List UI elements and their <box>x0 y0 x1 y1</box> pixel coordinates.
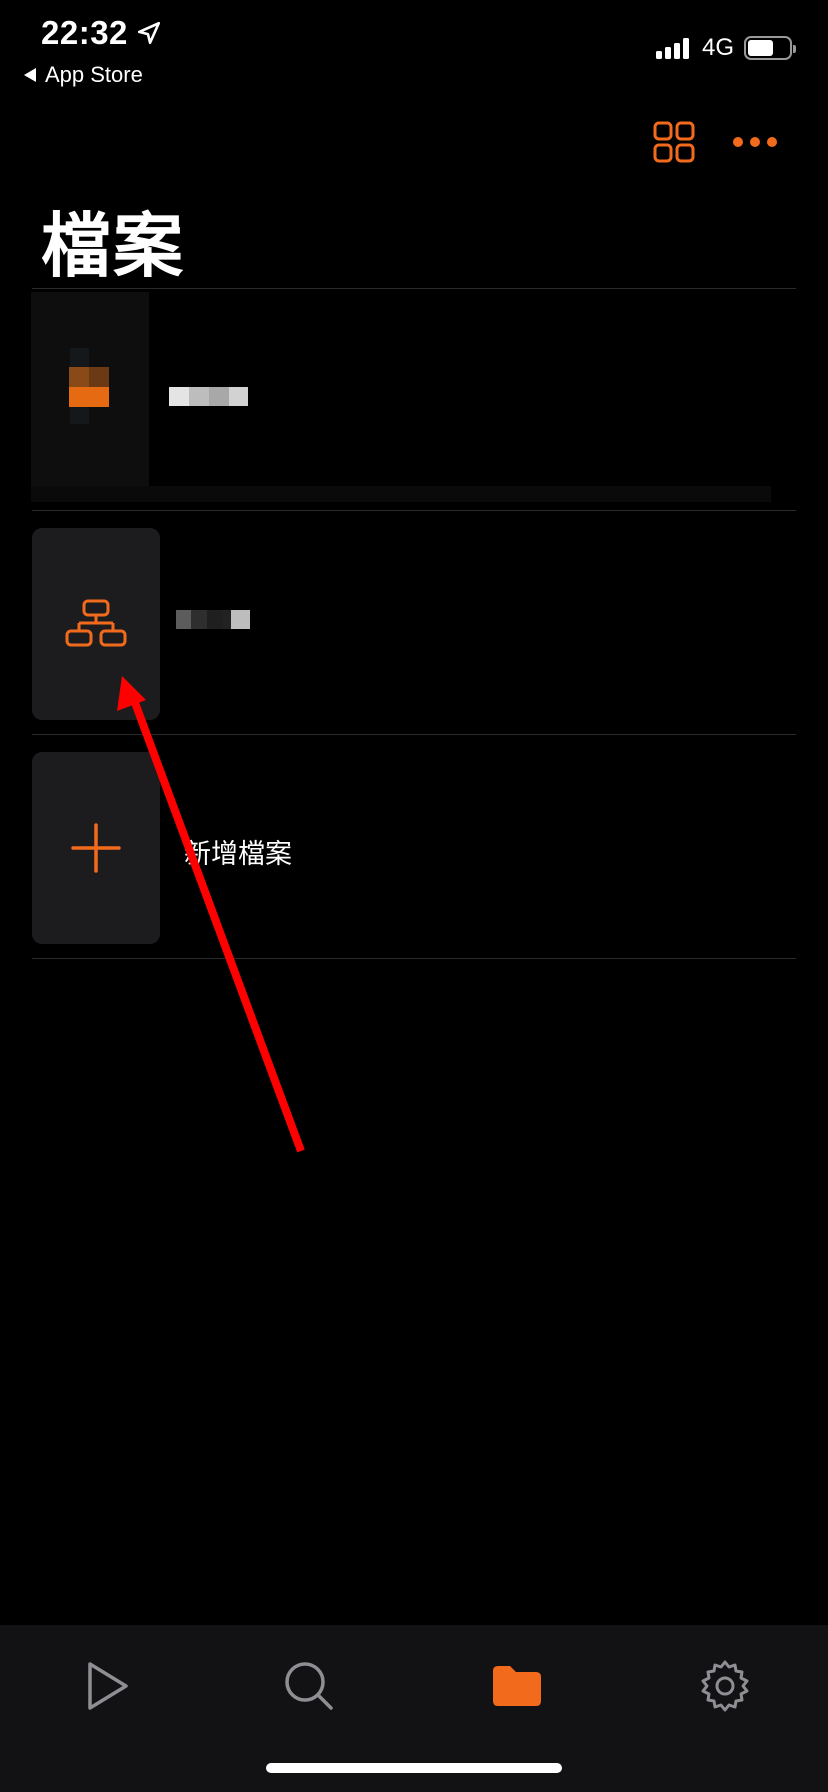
home-indicator[interactable] <box>266 1763 562 1773</box>
divider <box>32 288 796 289</box>
tab-search[interactable] <box>274 1651 344 1721</box>
folder-icon <box>493 1666 541 1706</box>
tab-files[interactable] <box>482 1651 552 1721</box>
file-row[interactable] <box>0 526 828 734</box>
page-title: 檔案 <box>41 207 185 285</box>
tab-player[interactable] <box>72 1651 142 1721</box>
file-row[interactable] <box>0 292 828 510</box>
plus-icon <box>71 823 121 873</box>
status-time-text: 22:32 <box>41 14 128 51</box>
new-file-row[interactable]: 新增檔案 <box>0 750 828 958</box>
status-time: 22:32 <box>41 14 162 52</box>
flowchart-icon <box>65 599 127 647</box>
more-options-button[interactable] <box>727 114 783 170</box>
new-file-label: 新增檔案 <box>184 839 292 869</box>
battery-level <box>748 40 773 56</box>
divider <box>32 958 796 959</box>
location-arrow-icon <box>137 21 160 45</box>
grid-view-button[interactable] <box>646 114 702 170</box>
new-file-button[interactable] <box>32 752 160 944</box>
search-icon <box>285 1662 333 1710</box>
play-icon <box>88 1662 128 1710</box>
status-indicators: 4G <box>655 34 796 62</box>
back-to-app-store[interactable]: App Store <box>24 62 143 88</box>
file-name-redacted <box>169 387 248 406</box>
back-app-label: App Store <box>45 62 143 87</box>
gear-icon <box>701 1660 749 1712</box>
grid-icon <box>653 121 695 163</box>
battery-icon <box>744 36 796 60</box>
document-thumbnail <box>31 292 149 486</box>
more-icon <box>733 137 777 147</box>
file-name-redacted <box>176 610 250 629</box>
divider <box>32 510 796 511</box>
back-triangle-icon <box>24 68 36 82</box>
file-thumbnail <box>32 528 160 720</box>
divider <box>32 734 796 735</box>
network-type: 4G <box>701 34 734 61</box>
cellular-signal-icon <box>655 37 692 59</box>
tab-settings[interactable] <box>690 1651 760 1721</box>
